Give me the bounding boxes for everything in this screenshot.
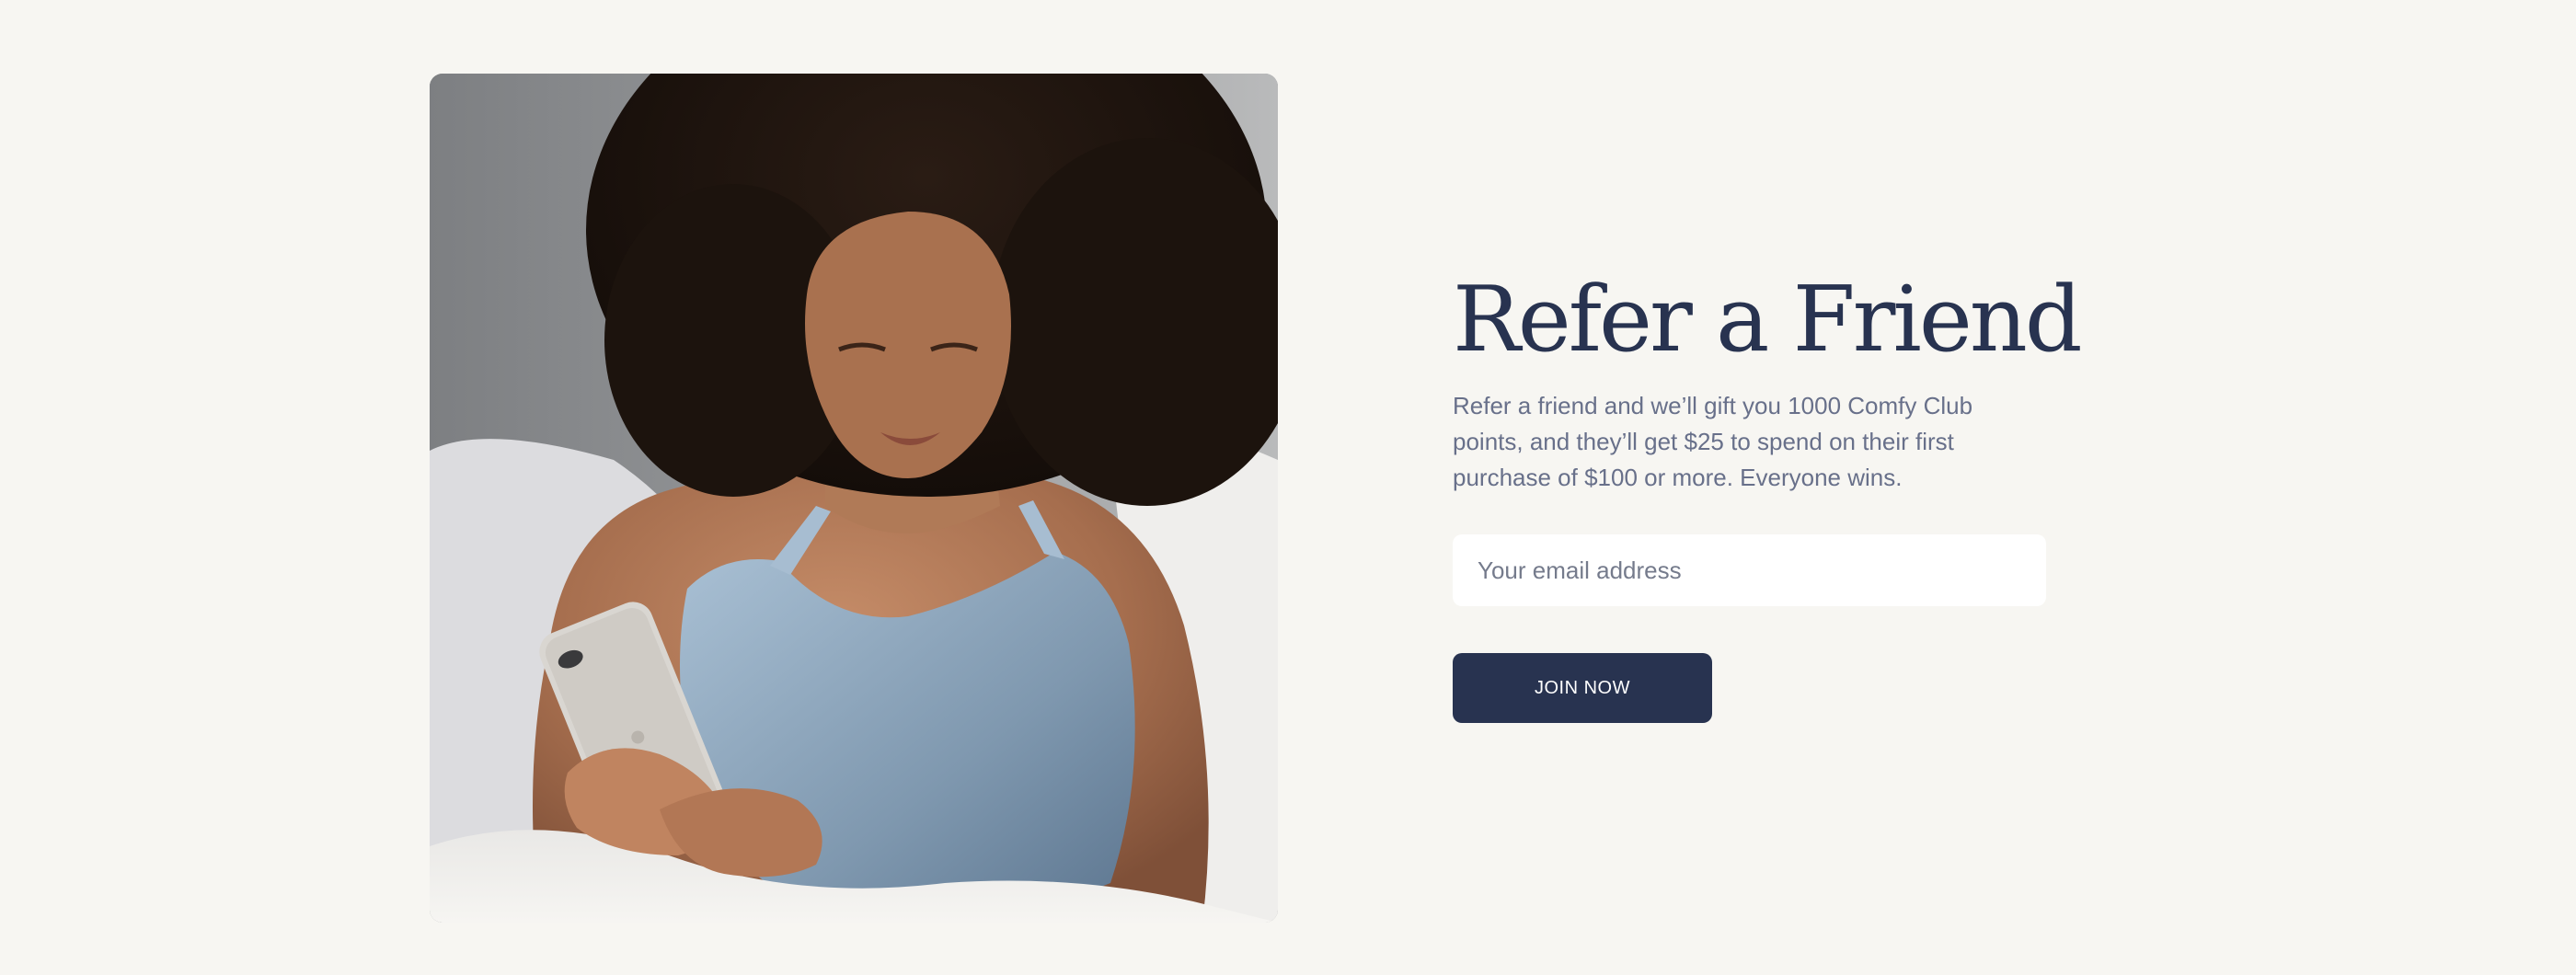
woman-with-phone-image	[430, 74, 1278, 923]
referral-description: Refer a friend and we’ll gift you 1000 C…	[1453, 392, 1973, 491]
page-title: Refer a Friend	[1453, 268, 2083, 373]
referral-section: Refer a Friend Refer a friend and we’ll …	[1453, 268, 2083, 723]
hero-photo	[430, 74, 1278, 923]
email-input[interactable]	[1453, 534, 2046, 606]
join-now-button[interactable]: JOIN NOW	[1453, 653, 1712, 723]
